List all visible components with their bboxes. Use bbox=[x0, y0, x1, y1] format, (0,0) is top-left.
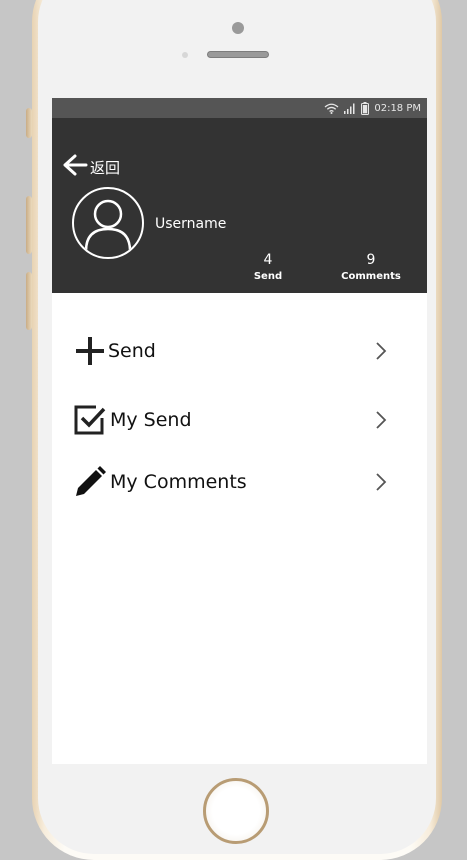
arrow-left-icon bbox=[62, 153, 88, 181]
menu-label-my-send: My Send bbox=[110, 409, 192, 431]
user-icon bbox=[84, 199, 132, 252]
wifi-icon bbox=[324, 103, 339, 114]
pencil-icon bbox=[74, 466, 106, 498]
stat-comments-label: Comments bbox=[341, 271, 401, 282]
stat-comments[interactable]: 9 Comments bbox=[331, 252, 411, 282]
stat-send-count: 4 bbox=[263, 252, 273, 268]
app-screen: 02:18 PM 返回 Username 4 Send 9 Comments S… bbox=[52, 98, 427, 764]
front-camera bbox=[232, 22, 244, 34]
menu-item-send[interactable]: Send bbox=[52, 323, 427, 379]
stat-send[interactable]: 4 Send bbox=[228, 252, 308, 282]
back-button[interactable]: 返回 bbox=[62, 153, 120, 181]
stat-comments-count: 9 bbox=[366, 252, 376, 268]
avatar[interactable] bbox=[72, 187, 144, 259]
profile-header: 返回 Username 4 Send 9 Comments bbox=[52, 118, 427, 293]
chevron-right-icon bbox=[374, 471, 388, 493]
back-label: 返回 bbox=[90, 158, 121, 177]
battery-icon bbox=[361, 101, 370, 115]
proximity-sensor bbox=[182, 52, 188, 58]
signal-icon bbox=[344, 103, 356, 114]
menu-label-my-comments: My Comments bbox=[110, 471, 247, 493]
earpiece-speaker bbox=[207, 51, 269, 58]
status-time: 02:18 PM bbox=[374, 102, 421, 114]
stat-send-label: Send bbox=[253, 271, 283, 282]
volume-up-button bbox=[26, 196, 32, 254]
plus-icon bbox=[74, 335, 106, 367]
username: Username bbox=[155, 216, 227, 232]
checkbox-icon bbox=[74, 404, 106, 436]
chevron-right-icon bbox=[374, 340, 388, 362]
menu-item-my-comments[interactable]: My Comments bbox=[52, 454, 427, 510]
home-button[interactable] bbox=[203, 778, 269, 844]
volume-down-button bbox=[26, 272, 32, 330]
mute-switch bbox=[26, 108, 32, 138]
menu-label-send: Send bbox=[108, 340, 156, 362]
chevron-right-icon bbox=[374, 409, 388, 431]
menu-item-my-send[interactable]: My Send bbox=[52, 392, 427, 448]
status-bar: 02:18 PM bbox=[52, 98, 427, 118]
